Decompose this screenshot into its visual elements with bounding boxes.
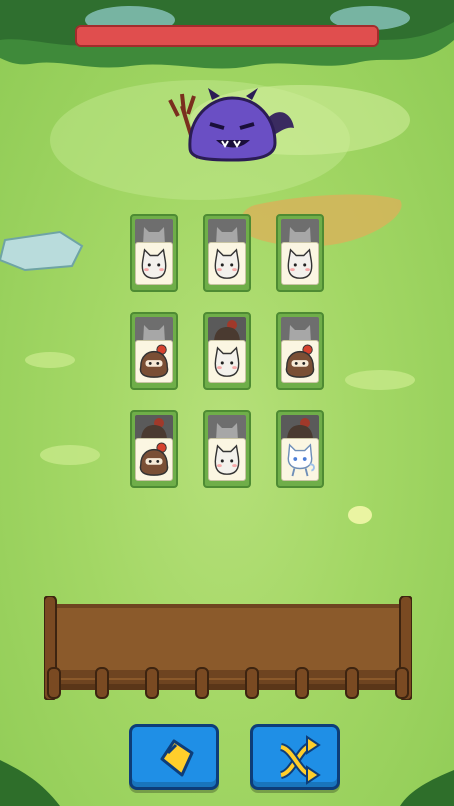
tile-face xyxy=(281,340,319,383)
tile-tray xyxy=(44,596,412,700)
cat-icon xyxy=(141,248,167,279)
shuffle-button[interactable] xyxy=(250,724,340,790)
tile-face xyxy=(208,242,246,285)
game-scene xyxy=(0,0,454,806)
tile-cat[interactable] xyxy=(203,214,251,292)
tile-face xyxy=(208,438,246,481)
tile-ninja[interactable] xyxy=(276,312,324,390)
tile-face xyxy=(208,340,246,383)
tile-cat[interactable] xyxy=(130,214,178,292)
tile-face xyxy=(135,242,173,285)
tile-cat[interactable] xyxy=(203,410,251,488)
boss-health-bar xyxy=(75,25,379,47)
tile-face xyxy=(135,340,173,383)
ninja-icon xyxy=(139,344,169,378)
tile-face xyxy=(281,242,319,285)
shuffle-arrows-icon xyxy=(279,735,321,785)
ninja-icon xyxy=(139,442,169,476)
boss-health-fill xyxy=(77,27,377,45)
ninja-icon xyxy=(285,344,315,378)
tile-ice-cat[interactable] xyxy=(276,410,324,488)
tile-ninja[interactable] xyxy=(130,312,178,390)
cat-icon xyxy=(214,444,240,475)
tile-ninja[interactable] xyxy=(130,410,178,488)
tile-cat[interactable] xyxy=(203,312,251,390)
devil-slime-boss-icon xyxy=(168,88,294,162)
tile-face xyxy=(281,438,319,481)
cat-icon xyxy=(214,346,240,377)
tile-cat[interactable] xyxy=(276,214,324,292)
ice-cat-icon xyxy=(287,443,315,477)
cat-icon xyxy=(214,248,240,279)
card-button[interactable] xyxy=(129,724,219,790)
cat-icon xyxy=(287,248,313,279)
card-hand-icon xyxy=(160,739,194,777)
tile-face xyxy=(135,438,173,481)
